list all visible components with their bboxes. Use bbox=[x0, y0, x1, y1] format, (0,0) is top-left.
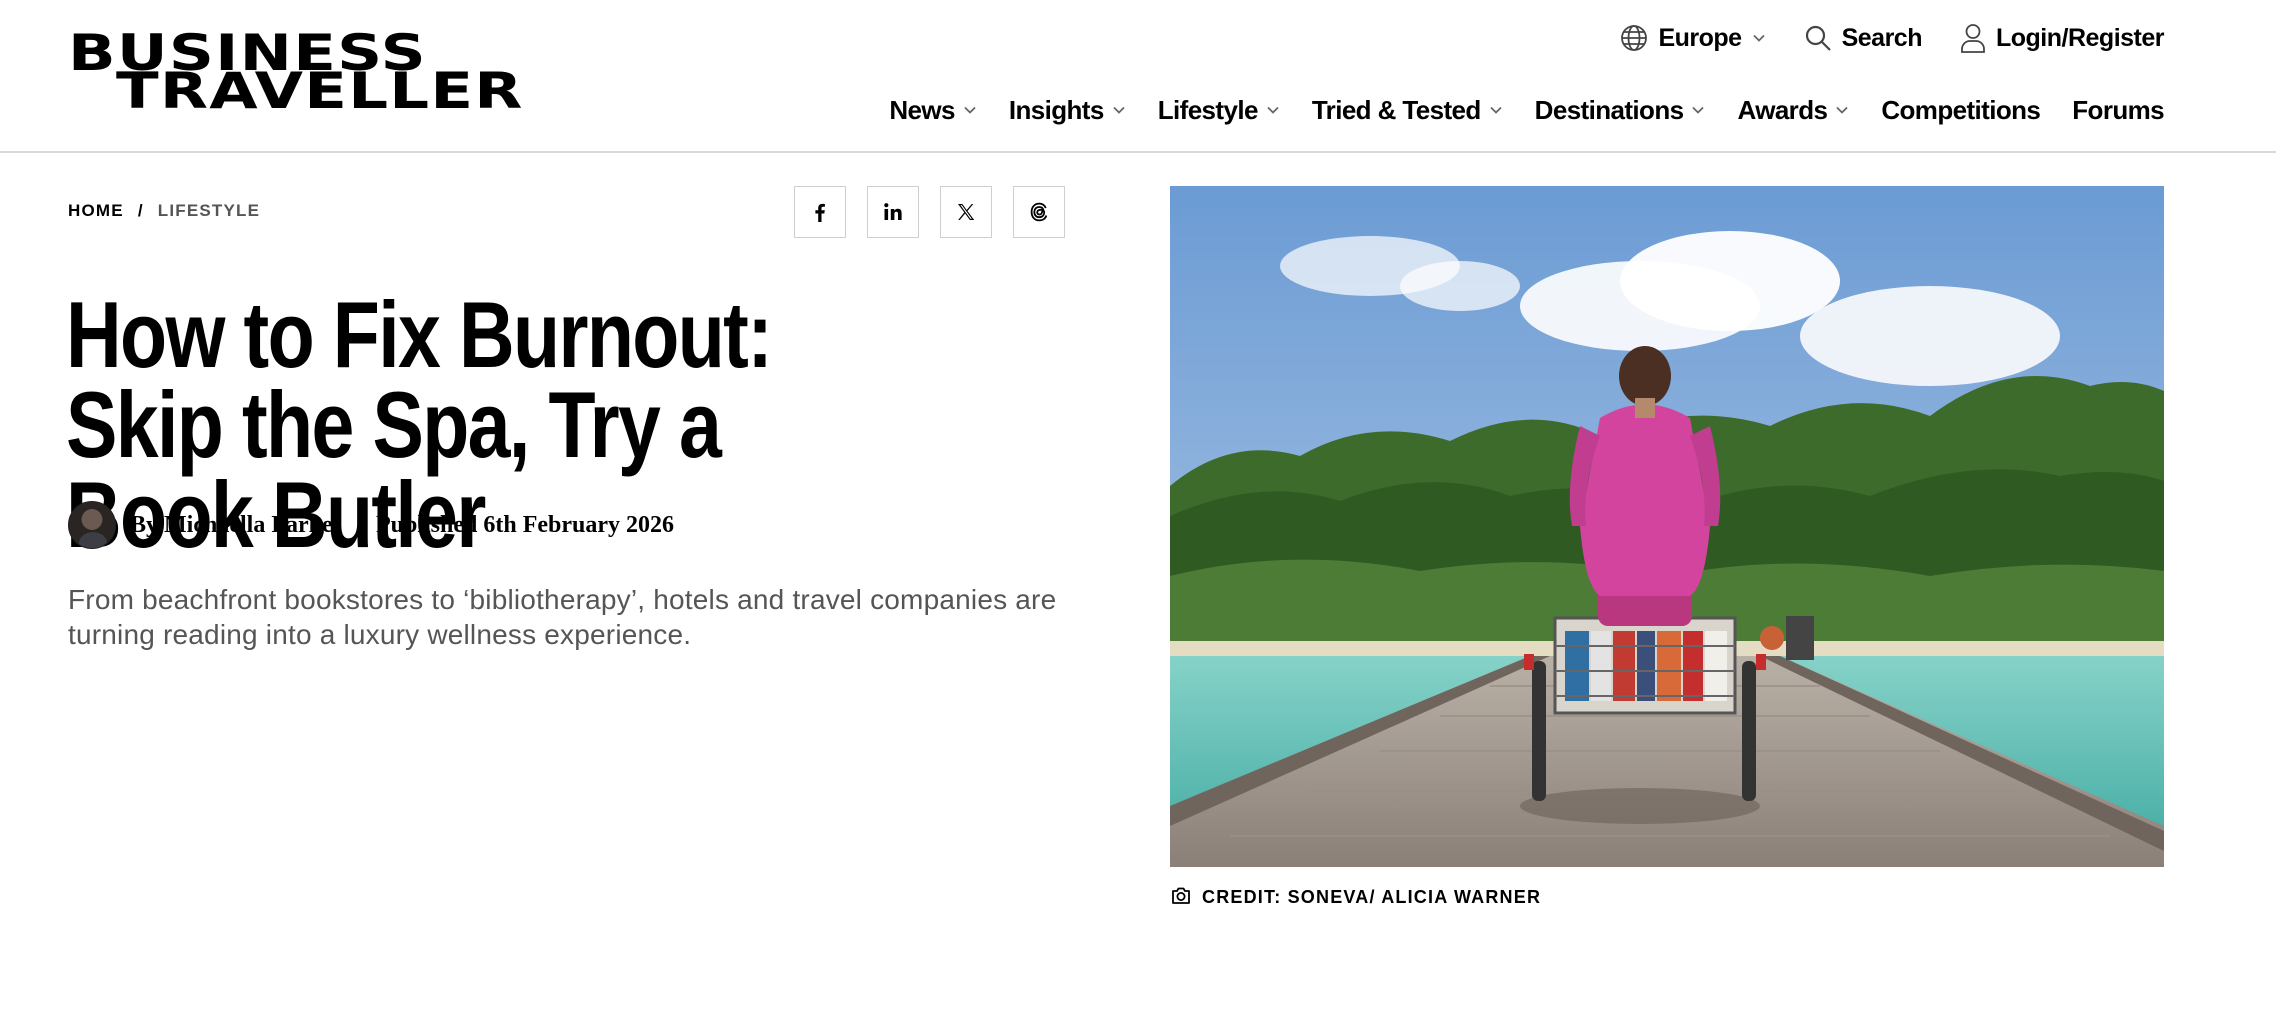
search-button[interactable]: Search bbox=[1804, 24, 1922, 53]
author-avatar[interactable] bbox=[68, 501, 116, 549]
chevron-down-icon bbox=[1267, 106, 1279, 114]
main-nav: News Insights Lifestyle Tried & Tested D… bbox=[889, 92, 2164, 128]
facebook-icon bbox=[815, 203, 825, 222]
search-icon bbox=[1804, 24, 1832, 52]
logo-line-2: TRAVELLER bbox=[116, 62, 524, 120]
image-credit: CREDIT: SONEVA/ ALICIA WARNER bbox=[1170, 884, 1541, 911]
linkedin-icon bbox=[884, 203, 902, 220]
nav-item-forums[interactable]: Forums bbox=[2072, 95, 2164, 126]
nav-item-label: Insights bbox=[1008, 94, 1104, 125]
nav-item-label: News bbox=[889, 94, 955, 125]
threads-icon bbox=[1030, 202, 1048, 222]
chevron-down-icon bbox=[1113, 106, 1125, 114]
breadcrumb-separator: / bbox=[137, 201, 144, 220]
camera-icon bbox=[1170, 884, 1192, 911]
nav-item-label: Forums bbox=[2072, 94, 2164, 125]
login-label: Login/Register bbox=[1995, 23, 2165, 52]
nav-item-destinations[interactable]: Destinations bbox=[1535, 95, 1706, 126]
nav-item-label: Tried & Tested bbox=[1311, 94, 1481, 125]
nav-item-label: Awards bbox=[1737, 94, 1828, 125]
nav-item-label: Destinations bbox=[1534, 94, 1684, 125]
nav-item-lifestyle[interactable]: Lifestyle bbox=[1158, 95, 1280, 126]
nav-item-tried-tested[interactable]: Tried & Tested bbox=[1312, 95, 1503, 126]
nav-item-label: Competitions bbox=[1881, 94, 2041, 125]
chevron-down-icon bbox=[964, 106, 976, 114]
login-register-link[interactable]: Login/Register bbox=[1960, 23, 2165, 53]
author-name[interactable]: By Michaella Parkes bbox=[130, 512, 342, 539]
nav-item-insights[interactable]: Insights bbox=[1009, 95, 1126, 126]
nav-item-news[interactable]: News bbox=[889, 95, 977, 126]
hero-image bbox=[1170, 186, 2164, 867]
article-standfirst: From beachfront bookstores to ‘bibliothe… bbox=[68, 584, 1057, 650]
share-x-button[interactable] bbox=[940, 186, 992, 238]
share-buttons bbox=[794, 186, 1065, 238]
breadcrumb-home[interactable]: HOME bbox=[68, 201, 124, 221]
search-label: Search bbox=[1841, 23, 1923, 52]
image-credit-text: CREDIT: SONEVA/ ALICIA WARNER bbox=[1202, 887, 1542, 907]
site-logo[interactable]: BUSINESS TRAVELLER bbox=[68, 28, 544, 120]
byline: By Michaella Parkes Published 6th Februa… bbox=[68, 500, 674, 550]
breadcrumb: HOME / LIFESTYLE bbox=[68, 201, 260, 221]
region-label: Europe bbox=[1658, 23, 1742, 52]
utility-nav: Europe Search Login/Register bbox=[1620, 20, 2165, 56]
publish-date: Published 6th February 2026 bbox=[375, 511, 674, 538]
nav-item-label: Lifestyle bbox=[1157, 94, 1259, 125]
x-icon bbox=[958, 204, 975, 220]
chevron-down-icon bbox=[1836, 106, 1848, 114]
user-icon bbox=[1960, 23, 1986, 53]
region-selector[interactable]: Europe bbox=[1620, 24, 1765, 53]
globe-icon bbox=[1620, 24, 1648, 52]
chevron-down-icon bbox=[1692, 106, 1705, 114]
chevron-down-icon bbox=[1490, 106, 1502, 114]
nav-item-awards[interactable]: Awards bbox=[1737, 95, 1849, 126]
site-header: BUSINESS TRAVELLER Europe Search Login/R… bbox=[0, 0, 2276, 153]
share-facebook-button[interactable] bbox=[794, 186, 846, 238]
share-linkedin-button[interactable] bbox=[867, 186, 919, 238]
share-threads-button[interactable] bbox=[1013, 186, 1065, 238]
nav-item-competitions[interactable]: Competitions bbox=[1881, 94, 2041, 126]
breadcrumb-current[interactable]: LIFESTYLE bbox=[158, 201, 260, 221]
chevron-down-icon bbox=[1752, 31, 1766, 45]
